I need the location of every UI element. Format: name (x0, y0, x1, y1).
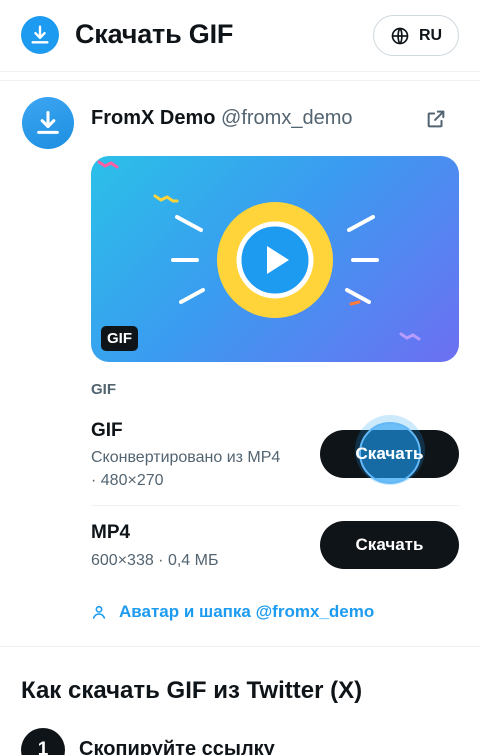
post-author[interactable]: FromX Demo @fromx_demo (91, 107, 353, 130)
click-indicator-dot (359, 422, 421, 484)
external-link-icon[interactable] (425, 108, 447, 130)
language-button[interactable]: RU (373, 15, 459, 56)
globe-icon (391, 27, 409, 44)
format-detail: 600×338 · 0,4 МБ (91, 552, 219, 569)
step-number: 1 (21, 728, 65, 755)
howto-title: Как скачать GIF из Twitter (X) (21, 677, 363, 704)
formats-label: GIF (91, 381, 116, 398)
gif-badge: GIF (101, 326, 138, 351)
app-header: Скачать GIF RU (0, 0, 480, 72)
media-preview[interactable]: GIF (91, 156, 459, 362)
profile-media-link[interactable]: Аватар и шапка @fromx_demo (91, 602, 374, 622)
step-text: Скопируйте ссылку (79, 738, 275, 755)
section-divider (0, 646, 480, 647)
divider (0, 80, 480, 81)
format-resolution: · 480×270 (91, 472, 164, 489)
format-name: MP4 (91, 522, 131, 543)
download-mp4-button[interactable]: Скачать (320, 521, 459, 569)
profile-link-text: Аватар и шапка @fromx_demo (119, 602, 375, 621)
user-icon (92, 605, 106, 619)
avatar[interactable] (22, 97, 74, 149)
page-title: Скачать GIF (75, 19, 234, 49)
row-divider (91, 505, 459, 506)
download-icon (37, 110, 59, 134)
download-logo-icon[interactable] (21, 16, 59, 54)
author-name: FromX Demo (91, 107, 216, 129)
author-handle: @fromx_demo (221, 107, 353, 129)
format-name: GIF (91, 420, 123, 441)
language-label: RU (418, 26, 443, 44)
format-detail: Сконвертировано из MP4 (91, 449, 281, 466)
play-illustration (97, 160, 421, 341)
